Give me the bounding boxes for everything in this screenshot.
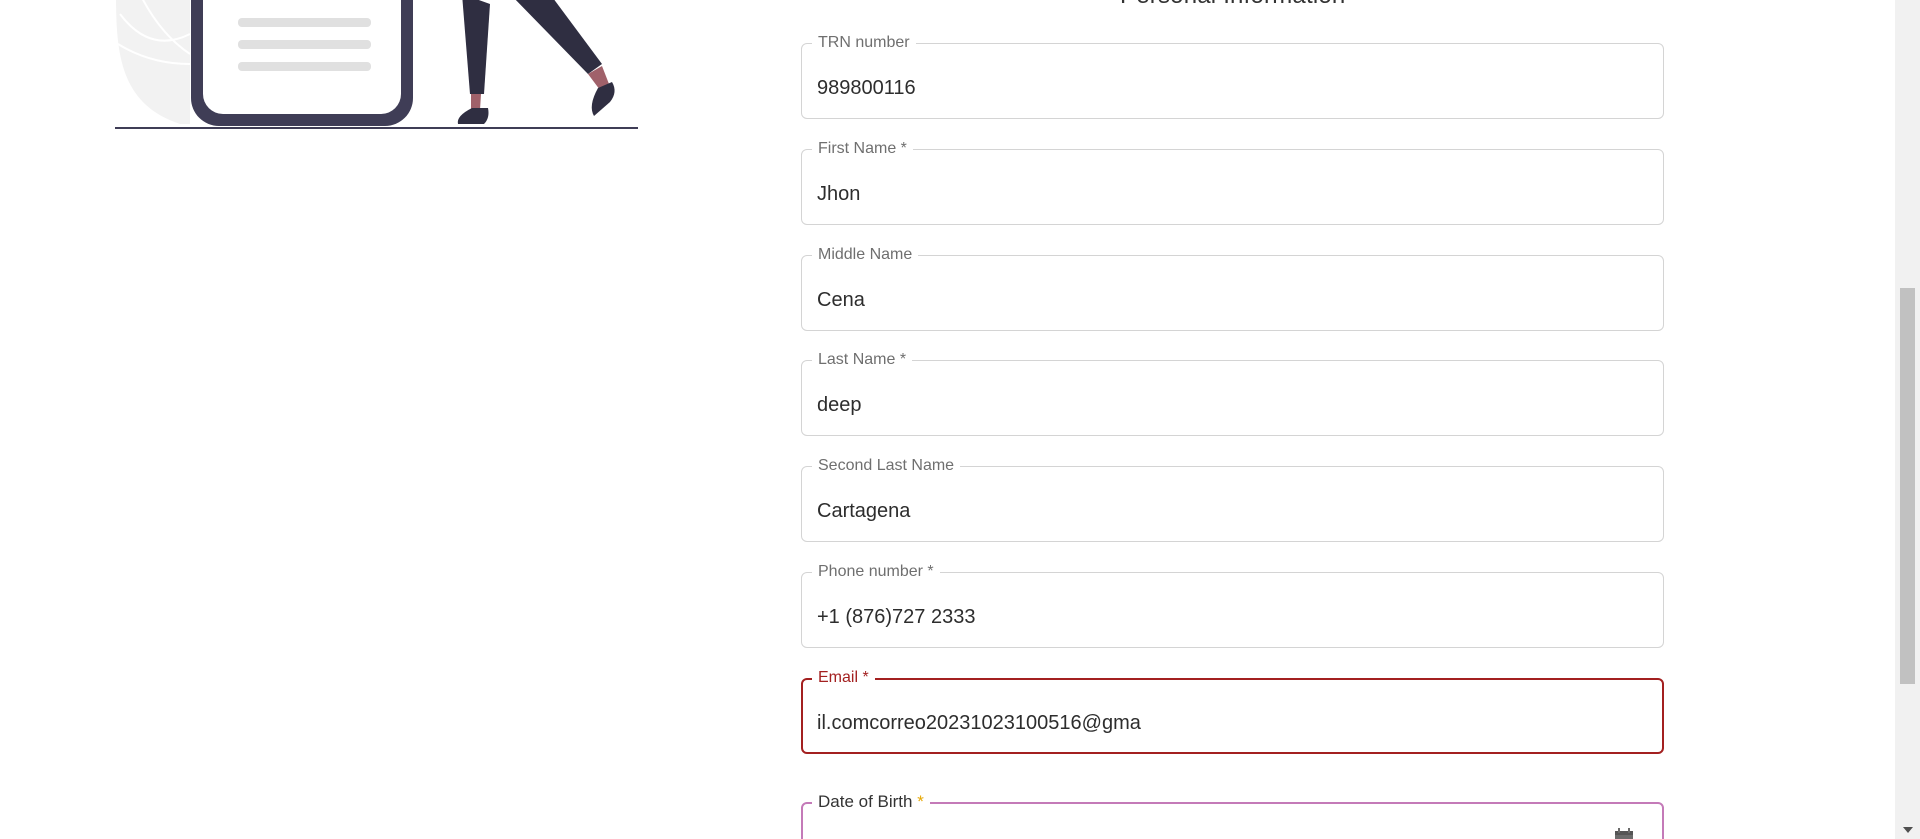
trn-field[interactable]: TRN number <box>801 33 1664 119</box>
middle-name-input[interactable] <box>817 287 1648 313</box>
date-of-birth-label: Date of Birth * <box>812 792 930 812</box>
last-name-input[interactable] <box>817 392 1648 418</box>
phone-input[interactable] <box>817 604 1648 630</box>
calendar-icon[interactable] <box>1612 826 1636 839</box>
registration-page: Personal Information TRN number First Na… <box>0 0 1920 839</box>
date-of-birth-field[interactable]: Date of Birth * <box>801 792 1664 839</box>
first-name-label: First Name * <box>812 139 913 159</box>
onboarding-illustration <box>115 0 638 129</box>
second-last-name-input[interactable] <box>817 498 1648 524</box>
last-name-field[interactable]: Last Name * <box>801 350 1664 436</box>
phone-label: Phone number * <box>812 562 940 582</box>
middle-name-field[interactable]: Middle Name <box>801 245 1664 331</box>
page-scrollbar[interactable] <box>1895 0 1920 839</box>
email-input[interactable] <box>817 710 1647 736</box>
email-label: Email * <box>812 668 875 688</box>
trn-label: TRN number <box>812 33 916 53</box>
required-star: * <box>917 792 924 811</box>
email-field[interactable]: Email * <box>801 668 1664 754</box>
phone-field[interactable]: Phone number * <box>801 562 1664 648</box>
first-name-field[interactable]: First Name * <box>801 139 1664 225</box>
second-last-name-field[interactable]: Second Last Name <box>801 456 1664 542</box>
scrollbar-thumb[interactable] <box>1900 288 1915 684</box>
section-title: Personal Information <box>1120 0 1345 10</box>
middle-name-label: Middle Name <box>812 245 919 265</box>
first-name-input[interactable] <box>817 181 1648 207</box>
scroll-down-arrow-icon[interactable] <box>1903 827 1913 833</box>
last-name-label: Last Name * <box>812 350 913 370</box>
second-last-name-label: Second Last Name <box>812 456 961 476</box>
date-of-birth-label-text: Date of Birth <box>818 792 913 811</box>
trn-input[interactable] <box>817 75 1648 101</box>
